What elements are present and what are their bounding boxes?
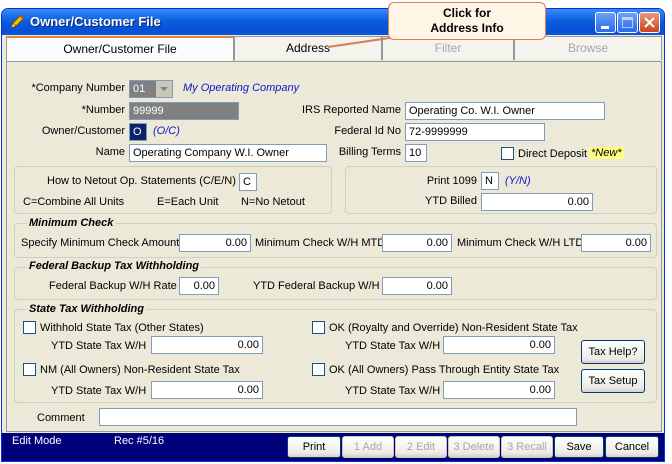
ytd-state-tax-label-3: YTD State Tax W/H (51, 385, 147, 397)
ok-pass-through-checkbox[interactable] (312, 363, 325, 376)
ytd-state-tax-label-2: YTD State Tax W/H (345, 340, 441, 352)
billing-terms-field[interactable]: 10 (405, 144, 427, 162)
save-button[interactable]: Save (554, 436, 604, 458)
federal-id-field[interactable]: 72-9999999 (405, 123, 545, 141)
close-icon (644, 17, 655, 28)
backup-rate-field[interactable]: 0.00 (179, 277, 219, 295)
tooltip-line-2: Address Info (430, 21, 504, 35)
nm-non-resident-checkbox[interactable] (23, 363, 36, 376)
minimize-icon (601, 26, 609, 29)
owner-customer-panel: *Company Number 01 My Operating Company … (6, 61, 662, 432)
ytd-state-tax-field-2[interactable]: 0.00 (443, 336, 555, 354)
print1099-label: Print 1099 (426, 175, 477, 187)
address-tooltip: Click for Address Info (388, 2, 546, 40)
ytd-backup-label: YTD Federal Backup W/H (253, 280, 380, 292)
ytd-state-tax-label-1: YTD State Tax W/H (51, 340, 147, 352)
ytd-billed-label: YTD Billed (425, 195, 477, 207)
federal-id-label: Federal Id No (334, 125, 401, 137)
ok-royalty-checkbox[interactable] (312, 321, 325, 334)
number-field[interactable]: 99999 (129, 102, 239, 120)
company-number-select[interactable]: 01 (129, 80, 173, 98)
status-bar: Edit Mode Rec #5/16 Print 1 Add 2 Edit 3… (2, 433, 664, 461)
delete-button[interactable]: 3 Delete (448, 436, 500, 458)
minimum-check-wh-mtd-label: Minimum Check W/H MTD (255, 237, 386, 249)
tab-owner-customer-file[interactable]: Owner/Customer File (6, 36, 234, 62)
withhold-other-states-checkbox[interactable] (23, 321, 36, 334)
comment-field[interactable] (99, 408, 577, 426)
maximize-button[interactable] (617, 12, 638, 33)
backup-rate-label: Federal Backup W/H Rate (49, 280, 177, 292)
ok-royalty-label: OK (Royalty and Override) Non-Resident S… (329, 322, 578, 334)
minimum-check-wh-ltd-field[interactable]: 0.00 (581, 234, 651, 252)
minimum-check-title: Minimum Check (27, 217, 116, 229)
name-label: Name (95, 146, 125, 158)
netout-label: How to Netout Op. Statements (C/E/N) (47, 175, 236, 187)
title-bar[interactable]: Owner/Customer File (2, 9, 664, 35)
specify-minimum-check-field[interactable]: 0.00 (179, 234, 251, 252)
billing-terms-label: Billing Terms (338, 146, 401, 158)
ytd-state-tax-label-4: YTD State Tax W/H (345, 385, 441, 397)
netout-field[interactable]: C (239, 173, 257, 191)
netout-option-none: N=No Netout (241, 196, 305, 208)
ytd-state-tax-field-4[interactable]: 0.00 (443, 381, 555, 399)
owner-customer-window: Owner/Customer File Owner/Customer File … (1, 8, 665, 462)
owner-customer-label: Owner/Customer (41, 125, 125, 137)
minimize-button[interactable] (595, 12, 616, 33)
new-badge: *New* (589, 147, 624, 159)
ytd-state-tax-field-1[interactable]: 0.00 (151, 336, 263, 354)
record-status: Rec #5/16 (114, 435, 165, 447)
tax-help-button[interactable]: Tax Help? (581, 340, 645, 364)
company-number-label: *Company Number (31, 82, 125, 94)
netout-option-combine: C=Combine All Units (23, 196, 125, 208)
print1099-hint: (Y/N) (505, 175, 531, 187)
ytd-state-tax-field-3[interactable]: 0.00 (151, 381, 263, 399)
tax-setup-button[interactable]: Tax Setup (581, 369, 645, 393)
ytd-backup-field[interactable]: 0.00 (382, 277, 452, 295)
specify-minimum-check-label: Specify Minimum Check Amount (21, 237, 180, 249)
irs-reported-name-label: IRS Reported Name (301, 104, 401, 116)
state-tax-title: State Tax Withholding (27, 303, 146, 315)
minimum-check-wh-mtd-field[interactable]: 0.00 (382, 234, 452, 252)
ok-pass-through-label: OK (All Owners) Pass Through Entity Stat… (329, 364, 560, 376)
recall-button[interactable]: 3 Recall (501, 436, 553, 458)
maximize-icon (622, 17, 633, 28)
print1099-field[interactable]: N (481, 172, 499, 190)
company-name: My Operating Company (183, 82, 300, 94)
add-button[interactable]: 1 Add (342, 436, 394, 458)
direct-deposit-label: Direct Deposit (518, 148, 588, 160)
cancel-button[interactable]: Cancel (605, 436, 659, 458)
backup-tax-title: Federal Backup Tax Withholding (27, 260, 202, 272)
owner-customer-hint: (O/C) (153, 125, 180, 137)
irs-reported-name-field[interactable]: Operating Co. W.I. Owner (405, 102, 605, 120)
window-title: Owner/Customer File (30, 14, 161, 29)
comment-label: Comment (37, 412, 85, 424)
number-label: *Number (81, 104, 125, 116)
netout-option-each: E=Each Unit (157, 196, 219, 208)
chevron-down-icon (156, 81, 172, 97)
edit-button[interactable]: 2 Edit (395, 436, 447, 458)
ytd-billed-field[interactable]: 0.00 (481, 193, 593, 211)
print-button[interactable]: Print (287, 436, 341, 458)
pencil-icon (10, 15, 24, 29)
tooltip-line-1: Click for (442, 6, 491, 20)
direct-deposit-checkbox[interactable] (501, 147, 514, 160)
edit-mode-status: Edit Mode (12, 435, 62, 447)
minimum-check-wh-ltd-label: Minimum Check W/H LTD (457, 237, 584, 249)
owner-customer-field[interactable]: O (129, 123, 147, 141)
close-button[interactable] (639, 12, 660, 33)
withhold-other-states-label: Withhold State Tax (Other States) (40, 322, 204, 334)
nm-non-resident-label: NM (All Owners) Non-Resident State Tax (40, 364, 240, 376)
company-number-value: 01 (133, 83, 146, 95)
